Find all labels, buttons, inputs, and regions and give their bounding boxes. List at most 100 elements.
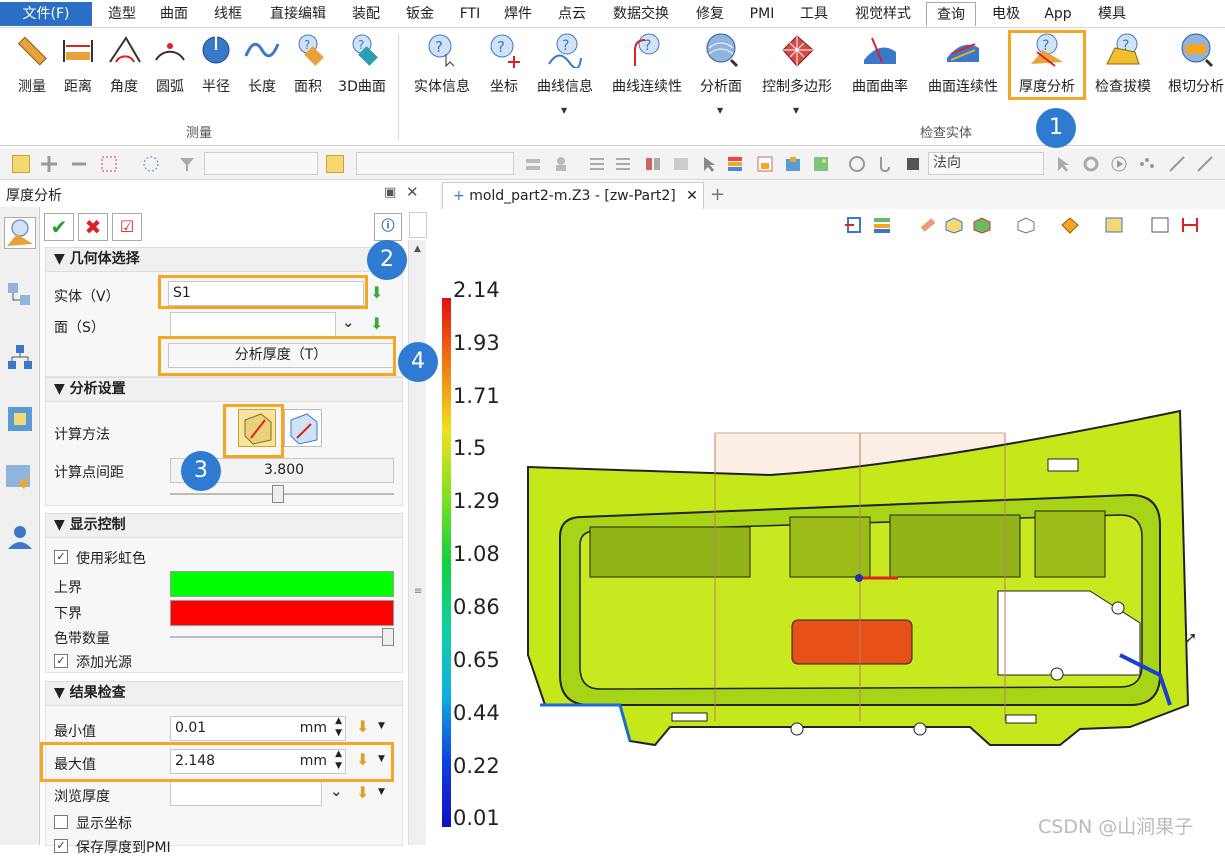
coordinate-button[interactable]: ? 坐标 [484, 32, 524, 102]
min-dropdown-icon[interactable]: ▼ [378, 721, 385, 731]
menu-pointcloud[interactable]: 点云 [550, 2, 594, 26]
3d-surface-button[interactable]: ? 3D曲面 [334, 32, 390, 102]
apply-button[interactable]: ☑ [112, 213, 142, 241]
info-icon[interactable]: ⓘ [374, 213, 402, 241]
direction-combo[interactable]: 法向 [928, 152, 1044, 175]
control-polygon-button[interactable]: 控制多边形 ▼ [758, 32, 836, 115]
check-draft-button[interactable]: ? 检查拔模 [1090, 32, 1156, 102]
lower-bound-color[interactable] [170, 600, 394, 626]
play-icon[interactable] [1110, 155, 1128, 173]
scroll-grip-icon[interactable]: ≡ [414, 586, 422, 597]
menu-pmi[interactable]: PMI [742, 2, 782, 26]
area-button[interactable]: ? 面积 [288, 32, 328, 102]
lasso-icon[interactable] [142, 155, 160, 173]
align-icon[interactable] [524, 155, 542, 173]
control-polygon-dropdown-icon[interactable]: ▼ [793, 106, 799, 115]
display-section-header[interactable]: ▼ 显示控制 [45, 513, 403, 538]
result-section-header[interactable]: ▼ 结果检查 [45, 681, 403, 706]
view-eraser-icon[interactable] [918, 216, 938, 234]
move-icon[interactable] [40, 155, 58, 173]
undercut-analysis-button[interactable]: 根切分析 [1166, 32, 1225, 102]
add-light-checkbox[interactable]: ✓ [54, 654, 68, 668]
browse-expand-icon[interactable]: ⌄ [330, 782, 343, 800]
min-spinner-icon[interactable]: ▲ ▼ [335, 715, 342, 739]
pick-combo[interactable] [356, 152, 514, 175]
menu-repair[interactable]: 修复 [688, 2, 732, 26]
show-coords-checkbox[interactable] [54, 815, 68, 829]
menu-fti[interactable]: FTI [452, 2, 488, 26]
points-icon[interactable] [1138, 155, 1156, 173]
part-view-icon[interactable] [6, 405, 34, 437]
pin-icon[interactable]: ▣ [384, 185, 396, 200]
layer2-icon[interactable] [672, 155, 690, 173]
filter-combo[interactable] [204, 152, 318, 175]
filter-icon[interactable] [178, 155, 196, 173]
point-spacing-slider-thumb[interactable] [271, 485, 284, 503]
line2-icon[interactable] [1196, 155, 1214, 173]
curve-info-dropdown-icon[interactable]: ▼ [561, 106, 567, 115]
pick-solid-icon[interactable]: ⬇ [370, 283, 383, 302]
assembly-icon[interactable] [6, 343, 34, 375]
view-render-icon[interactable] [1104, 216, 1124, 234]
close-panel-icon[interactable]: ✕ [406, 183, 419, 201]
face-input[interactable] [170, 312, 336, 337]
clock-icon[interactable] [848, 155, 866, 173]
view-shade-icon[interactable] [972, 216, 992, 234]
box-select-icon[interactable] [100, 155, 118, 173]
palette-icon[interactable] [726, 155, 744, 173]
menu-visual-style[interactable]: 视觉样式 [846, 2, 920, 26]
layer-icon[interactable] [644, 155, 662, 173]
distance-button[interactable]: 距离 [58, 32, 98, 102]
angle-button[interactable]: 角度 [104, 32, 144, 102]
analyze-face-button[interactable]: 分析面 ▼ [696, 32, 746, 115]
image-manager-icon[interactable] [4, 463, 36, 495]
history-tree-icon[interactable] [6, 281, 34, 313]
menu-app[interactable]: App [1036, 2, 1080, 26]
curve-continuity-button[interactable]: ? 曲线连续性 [608, 32, 686, 102]
list-icon[interactable] [588, 155, 606, 173]
menu-file[interactable]: 文件(F) [0, 2, 92, 26]
min-value-input[interactable]: 0.01 mm ▲ ▼ [170, 716, 346, 741]
cursor-icon[interactable] [700, 155, 718, 173]
menu-data-exchange[interactable]: 数据交换 [604, 2, 678, 26]
panel-collapse-icon[interactable] [409, 212, 427, 238]
sphere-method-icon[interactable] [284, 409, 322, 447]
new-tab-icon[interactable]: + [710, 184, 725, 205]
view-section-icon[interactable] [1180, 216, 1200, 234]
stop-icon[interactable] [904, 155, 922, 173]
menu-surface[interactable]: 曲面 [152, 2, 196, 26]
document-tab[interactable]: + mold_part2-m.Z3 - [zw-Part2] ✕ [442, 182, 704, 209]
view-cube-icon[interactable] [1016, 216, 1036, 234]
menu-direct-edit[interactable]: 直接编辑 [262, 2, 334, 26]
view-iso-icon[interactable] [1060, 216, 1080, 234]
pick-browse-icon[interactable]: ⬇ [356, 783, 369, 802]
pointer-icon[interactable] [1054, 155, 1072, 173]
arc-button[interactable]: 圆弧 [150, 32, 190, 102]
select-arrow-icon[interactable] [12, 155, 30, 173]
view-layer-icon[interactable] [872, 216, 892, 234]
close-tab-icon[interactable]: ✕ [686, 188, 698, 204]
pick-min-icon[interactable]: ⬇ [356, 717, 369, 736]
menu-electrode[interactable]: 电极 [984, 2, 1028, 26]
menu-assembly[interactable]: 装配 [344, 2, 388, 26]
view-box-icon[interactable] [944, 216, 964, 234]
curve-info-button[interactable]: ? 曲线信息 ▼ [534, 32, 596, 115]
surface-curvature-button[interactable]: 曲面曲率 [848, 32, 912, 102]
browse-dropdown-icon[interactable]: ▼ [378, 787, 385, 797]
geometry-section-header[interactable]: ▼ 几何体选择 [45, 247, 403, 272]
stamp-icon[interactable] [552, 155, 570, 173]
menu-weldment[interactable]: 焊件 [496, 2, 540, 26]
panel-scrollbar[interactable]: ▲ ≡ [408, 240, 426, 845]
window-icon[interactable] [756, 155, 774, 173]
package-icon[interactable] [784, 155, 802, 173]
upper-bound-color[interactable] [170, 571, 394, 597]
cancel-button[interactable]: ✖ [78, 213, 108, 241]
pick-face-icon[interactable]: ⬇ [370, 314, 383, 333]
length-button[interactable]: 长度 [242, 32, 282, 102]
analyze-face-dropdown-icon[interactable]: ▼ [717, 106, 723, 115]
measure-button[interactable]: 测量 [12, 32, 52, 102]
view-exit-icon[interactable] [844, 216, 864, 234]
view-fit-icon[interactable] [1150, 216, 1170, 234]
menu-modeling[interactable]: 造型 [100, 2, 144, 26]
browse-thickness-input[interactable] [170, 781, 322, 806]
